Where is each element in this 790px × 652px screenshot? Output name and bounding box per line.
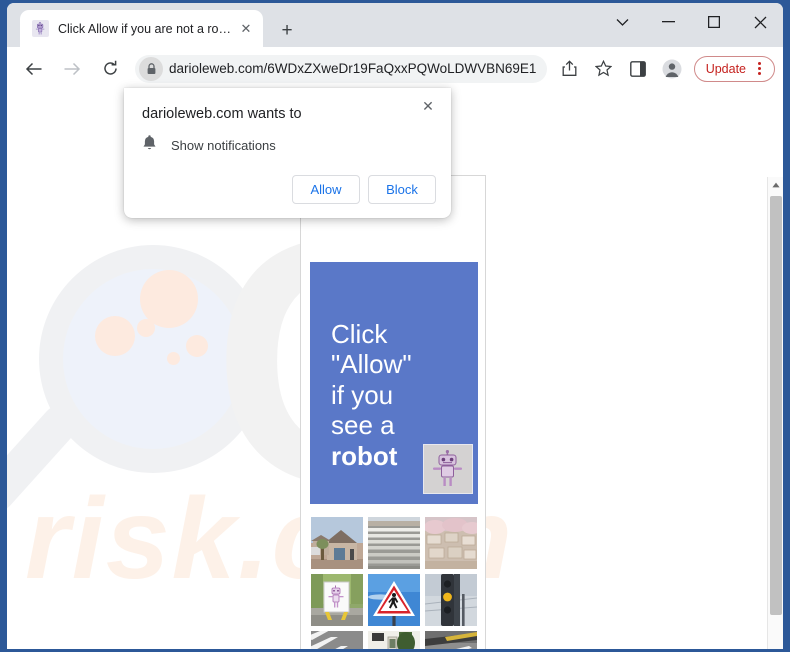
tab-strip: Click Allow if you are not a robot ✕ + bbox=[7, 3, 783, 47]
update-button[interactable]: Update bbox=[693, 55, 775, 82]
screenshot-root: Click Allow if you are not a robot ✕ + d… bbox=[0, 0, 790, 652]
minimize-icon[interactable] bbox=[645, 3, 691, 41]
page-scrollbar[interactable] bbox=[767, 177, 783, 649]
headline-line-5: robot bbox=[331, 440, 398, 471]
reload-icon[interactable] bbox=[95, 54, 125, 84]
side-panel-icon[interactable] bbox=[624, 55, 652, 83]
browser-toolbar: darioleweb.com/6WDxZXweDr19FaQxxPQWoLDWV… bbox=[7, 47, 783, 90]
crosswalk-stairs-image[interactable] bbox=[368, 517, 420, 569]
star-icon[interactable] bbox=[590, 55, 618, 83]
block-button[interactable]: Block bbox=[368, 175, 436, 204]
permission-request-label: Show notifications bbox=[171, 137, 276, 153]
pedestrian-crossing-sign-image[interactable] bbox=[368, 574, 420, 626]
close-icon[interactable] bbox=[737, 3, 783, 41]
back-arrow-icon[interactable] bbox=[19, 54, 49, 84]
address-bar-url[interactable]: darioleweb.com/6WDxZXweDr19FaQxxPQWoLDWV… bbox=[169, 61, 537, 76]
watermark-magnifier-lens bbox=[63, 269, 243, 449]
notification-permission-dialog: darioleweb.com wants to ✕ Show notificat… bbox=[124, 88, 451, 218]
lock-icon bbox=[139, 56, 163, 81]
crosswalk-cones-image[interactable] bbox=[425, 631, 477, 649]
robot-image bbox=[423, 444, 473, 494]
captcha-card: Click "Allow" if you see a robot bbox=[300, 175, 486, 649]
scrollbar-thumb[interactable] bbox=[770, 196, 782, 615]
headline-line-4: see a bbox=[331, 410, 395, 441]
robot-favicon-icon bbox=[32, 20, 49, 37]
permission-dialog-actions: Allow Block bbox=[292, 175, 436, 204]
headline-line-3: if you bbox=[331, 379, 394, 410]
headline-line-1: Click bbox=[331, 319, 388, 349]
robot-billboard-image[interactable] bbox=[311, 574, 363, 626]
tab-close-icon[interactable]: ✕ bbox=[237, 20, 255, 38]
watermark-magnifier-ring bbox=[39, 245, 267, 473]
new-tab-button[interactable]: + bbox=[273, 16, 301, 44]
watermark-magnifier-handle bbox=[7, 397, 86, 519]
parked-cars-building-image[interactable] bbox=[368, 631, 420, 649]
bell-icon bbox=[142, 134, 157, 156]
watermark-dot bbox=[167, 352, 180, 365]
allow-prompt-panel: Click "Allow" if you see a robot bbox=[310, 262, 478, 504]
browser-window: Click Allow if you are not a robot ✕ + d… bbox=[7, 3, 783, 649]
traffic-light-image[interactable] bbox=[425, 574, 477, 626]
watermark-dot bbox=[140, 270, 198, 328]
captcha-image-grid bbox=[311, 517, 477, 649]
three-dot-menu-icon[interactable] bbox=[749, 59, 769, 79]
watermark-dot bbox=[137, 319, 155, 337]
watermark-dot bbox=[186, 335, 208, 357]
forward-arrow-icon bbox=[57, 54, 87, 84]
zebra-crossing-image[interactable] bbox=[311, 631, 363, 649]
tab-title: Click Allow if you are not a robot bbox=[58, 21, 233, 36]
update-button-label: Update bbox=[705, 61, 746, 76]
allow-button[interactable]: Allow bbox=[292, 175, 360, 204]
maximize-icon[interactable] bbox=[691, 3, 737, 41]
chevron-down-icon[interactable] bbox=[599, 3, 645, 41]
house-garage-image[interactable] bbox=[311, 517, 363, 569]
share-icon[interactable] bbox=[556, 55, 584, 83]
window-controls bbox=[599, 3, 783, 47]
address-bar[interactable]: darioleweb.com/6WDxZXweDr19FaQxxPQWoLDWV… bbox=[135, 54, 547, 83]
headline-line-2: "Allow" bbox=[331, 349, 412, 380]
watermark-dot bbox=[95, 316, 135, 356]
permission-request-row: Show notifications bbox=[142, 134, 276, 156]
profile-avatar-icon[interactable] bbox=[658, 55, 686, 83]
close-icon[interactable]: ✕ bbox=[415, 93, 441, 119]
permission-dialog-title: darioleweb.com wants to bbox=[142, 106, 302, 122]
aerial-suburb-image[interactable] bbox=[425, 517, 477, 569]
scrollbar-up-arrow-icon[interactable] bbox=[768, 177, 783, 193]
browser-tab[interactable]: Click Allow if you are not a robot ✕ bbox=[20, 10, 263, 47]
